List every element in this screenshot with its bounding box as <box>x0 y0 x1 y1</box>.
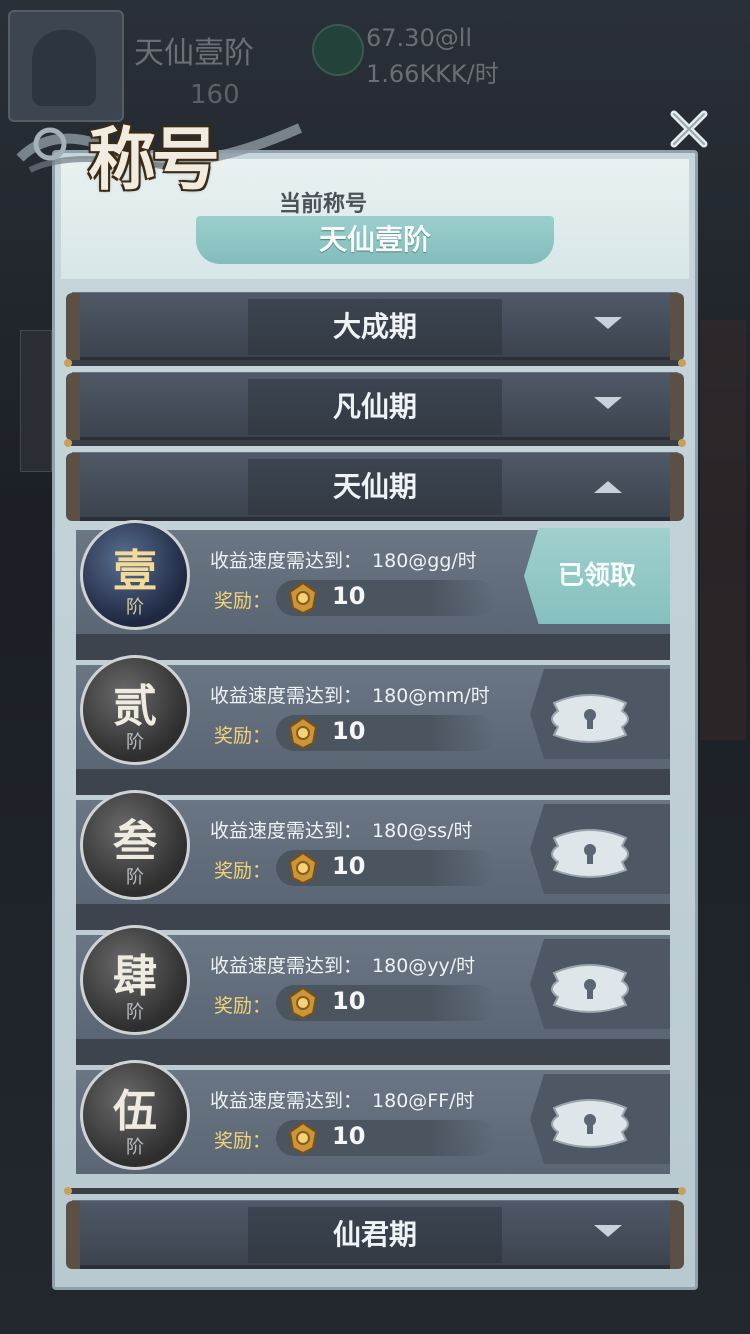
requirement-text: 收益速度需达到： 180@FF/时 <box>210 1086 475 1113</box>
gem-icon <box>288 1122 318 1154</box>
tier-medal: 肆 阶 <box>80 925 190 1035</box>
requirement-text: 收益速度需达到： 180@gg/时 <box>210 546 477 573</box>
currency-icon <box>312 24 364 76</box>
row-divider <box>76 769 670 795</box>
chevron-down-icon <box>594 1225 622 1237</box>
category-label: 天仙期 <box>332 470 417 503</box>
category-header-fanxian[interactable]: 凡仙期 <box>66 372 684 441</box>
gem-icon <box>288 987 318 1019</box>
close-icon[interactable] <box>664 104 714 154</box>
tier-suffix: 阶 <box>126 867 144 888</box>
reward-label: 奖励： <box>214 995 272 1017</box>
title-list: 大成期 凡仙期 天仙期 壹 阶 收益速度需达到： 180@gg/时 奖励： 10 <box>64 290 686 1270</box>
row-divider <box>76 1039 670 1065</box>
dialog-title-text: 称号 <box>88 120 220 200</box>
dialog-title: 称号 <box>10 58 310 200</box>
tier-numeral: 伍 <box>113 1086 157 1137</box>
requirement-label: 收益速度需达到： <box>210 1090 363 1112</box>
reward-label: 奖励： <box>214 725 272 747</box>
row-divider <box>76 904 670 930</box>
income-rate-primary: 67.30@ll <box>366 24 473 52</box>
category-header-dacheng[interactable]: 大成期 <box>66 292 684 361</box>
requirement-value: 180@yy/时 <box>372 955 476 977</box>
row-divider <box>76 634 670 660</box>
scroll-rod <box>64 1187 686 1195</box>
tier-numeral: 肆 <box>113 951 157 1002</box>
requirement-text: 收益速度需达到： 180@ss/时 <box>210 816 472 843</box>
category-label: 仙君期 <box>332 1218 417 1251</box>
lock-icon <box>551 1099 629 1148</box>
chevron-up-icon <box>594 481 622 493</box>
requirement-value: 180@FF/时 <box>372 1090 475 1112</box>
lock-icon <box>551 829 629 878</box>
tier-row: 伍 阶 收益速度需达到： 180@FF/时 奖励： 10 <box>76 1060 670 1174</box>
tier-row: 壹 阶 收益速度需达到： 180@gg/时 奖励： 10 已领取 <box>76 520 670 660</box>
reward-value: 10 <box>332 1122 366 1150</box>
gem-icon <box>288 852 318 884</box>
reward-label: 奖励： <box>214 1130 272 1152</box>
requirement-label: 收益速度需达到： <box>210 820 363 842</box>
reward-value: 10 <box>332 987 366 1015</box>
tier-numeral: 贰 <box>113 681 157 732</box>
tier-medal: 伍 阶 <box>80 1060 190 1170</box>
tier-suffix: 阶 <box>126 732 144 753</box>
income-rate-secondary: 1.66KKK/时 <box>366 60 499 88</box>
gem-icon <box>288 582 318 614</box>
lock-icon <box>551 694 629 743</box>
tier-numeral: 壹 <box>113 546 157 597</box>
side-character <box>700 320 746 740</box>
category-header-xianjun[interactable]: 仙君期 <box>66 1200 684 1269</box>
gem-icon <box>288 717 318 749</box>
tier-medal: 壹 阶 <box>80 520 190 630</box>
category-label: 凡仙期 <box>332 390 417 423</box>
claimed-button[interactable]: 已领取 <box>524 528 670 624</box>
tier-row: 肆 阶 收益速度需达到： 180@yy/时 奖励： 10 <box>76 925 670 1065</box>
requirement-label: 收益速度需达到： <box>210 550 363 572</box>
tier-numeral: 叁 <box>113 816 157 867</box>
tier-medal: 叁 阶 <box>80 790 190 900</box>
tier-row: 叁 阶 收益速度需达到： 180@ss/时 奖励： 10 <box>76 790 670 930</box>
current-title-badge: 天仙壹阶 <box>196 216 554 264</box>
reward-value: 10 <box>332 852 366 880</box>
chevron-down-icon <box>594 317 622 329</box>
reward-label: 奖励： <box>214 860 272 882</box>
category-label: 大成期 <box>332 310 417 343</box>
tier-medal: 贰 阶 <box>80 655 190 765</box>
reward-value: 10 <box>332 582 366 610</box>
scroll-rod <box>64 359 686 367</box>
requirement-value: 180@mm/时 <box>372 685 490 707</box>
lock-icon <box>551 964 629 1013</box>
requirement-label: 收益速度需达到： <box>210 685 363 707</box>
requirement-text: 收益速度需达到： 180@mm/时 <box>210 681 490 708</box>
requirement-value: 180@ss/时 <box>372 820 473 842</box>
scroll-rod <box>64 439 686 447</box>
tier-suffix: 阶 <box>126 597 144 618</box>
category-header-tianxian[interactable]: 天仙期 <box>66 452 684 521</box>
chevron-down-icon <box>594 397 622 409</box>
side-tab <box>20 330 52 472</box>
requirement-label: 收益速度需达到： <box>210 955 363 977</box>
reward-label: 奖励： <box>214 590 272 612</box>
tier-suffix: 阶 <box>126 1002 144 1023</box>
tier-suffix: 阶 <box>126 1137 144 1158</box>
requirement-value: 180@gg/时 <box>372 550 477 572</box>
reward-value: 10 <box>332 717 366 745</box>
tier-row: 贰 阶 收益速度需达到： 180@mm/时 奖励： 10 <box>76 655 670 795</box>
requirement-text: 收益速度需达到： 180@yy/时 <box>210 951 475 978</box>
